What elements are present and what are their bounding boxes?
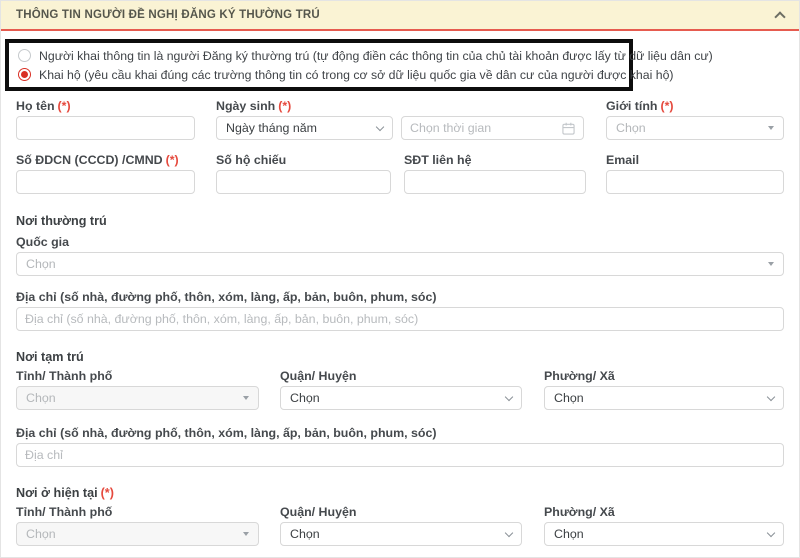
field-passport: Số hộ chiếu (216, 154, 391, 194)
caret-down-icon (243, 532, 249, 536)
form-body: Người khai thông tin là người Đăng ký th… (1, 31, 799, 546)
country-label: Quốc gia (16, 236, 784, 249)
field-temporary-ward: Phường/ Xã Chọn (544, 370, 784, 410)
temporary-ward-select[interactable]: Chọn (544, 386, 784, 410)
field-phone: SĐT liên hệ (404, 154, 586, 194)
email-input[interactable] (606, 170, 784, 194)
current-province-select[interactable]: Chọn (16, 522, 259, 546)
full-name-input[interactable] (16, 116, 195, 140)
dob-label: Ngày sinh(*) (216, 100, 584, 113)
temporary-residence-heading: Nơi tạm trú (16, 350, 784, 364)
current-district-label: Quận/ Huyện (280, 506, 522, 519)
field-current-ward: Phường/ Xã Chọn (544, 506, 784, 546)
current-residence-selects: Tỉnh/ Thành phố Chọn Quận/ Huyện Chọn Ph… (16, 506, 784, 546)
caret-down-icon (768, 262, 774, 266)
field-temporary-district: Quận/ Huyện Chọn (280, 370, 522, 410)
declarant-type-highlight-box: Người khai thông tin là người Đăng ký th… (5, 39, 633, 91)
current-ward-select[interactable]: Chọn (544, 522, 784, 546)
radio-selected-icon[interactable] (18, 68, 31, 81)
gender-label: Giới tính(*) (606, 100, 784, 113)
current-district-select[interactable]: Chọn (280, 522, 522, 546)
field-full-name: Họ tên(*) (16, 100, 195, 140)
field-id-number: Số ĐDCN (CCCD) /CMND(*) (16, 154, 195, 194)
current-ward-label: Phường/ Xã (544, 506, 784, 519)
row-personal-2: Số ĐDCN (CCCD) /CMND(*) Số hộ chiếu SĐT … (16, 154, 784, 194)
temporary-province-label: Tỉnh/ Thành phố (16, 370, 259, 383)
permanent-residence-heading: Nơi thường trú (16, 214, 784, 228)
row-personal-1: Họ tên(*) Ngày sinh(*) Ngày tháng năm Ch… (16, 100, 784, 140)
phone-input[interactable] (404, 170, 586, 194)
chevron-down-icon (767, 528, 775, 536)
section-title: THÔNG TIN NGƯỜI ĐỀ NGHỊ ĐĂNG KÝ THƯỜNG T… (16, 9, 320, 21)
temporary-residence-selects: Tỉnh/ Thành phố Chọn Quận/ Huyện Chọn Ph… (16, 370, 784, 410)
current-residence-heading: Nơi ở hiện tại(*) (16, 486, 784, 500)
id-number-input[interactable] (16, 170, 195, 194)
field-temporary-address: Địa chỉ (số nhà, đường phố, thôn, xóm, l… (16, 427, 784, 467)
phone-label: SĐT liên hệ (404, 154, 586, 167)
gender-select[interactable]: Chọn (606, 116, 784, 140)
permanent-address-label: Địa chỉ (số nhà, đường phố, thôn, xóm, l… (16, 291, 784, 304)
temporary-ward-label: Phường/ Xã (544, 370, 784, 383)
chevron-down-icon (505, 528, 513, 536)
country-select[interactable]: Chọn (16, 252, 784, 276)
field-current-province: Tỉnh/ Thành phố Chọn (16, 506, 259, 546)
chevron-down-icon (376, 122, 384, 130)
temporary-district-label: Quận/ Huyện (280, 370, 522, 383)
passport-input[interactable] (216, 170, 391, 194)
temporary-address-input[interactable] (16, 443, 784, 467)
field-email: Email (606, 154, 784, 194)
chevron-down-icon (767, 392, 775, 400)
field-country: Quốc gia Chọn (16, 236, 784, 276)
dob-date-input[interactable]: Chọn thời gian (401, 116, 584, 140)
caret-down-icon (768, 126, 774, 130)
field-temporary-province: Tỉnh/ Thành phố Chọn (16, 370, 259, 410)
caret-down-icon (243, 396, 249, 400)
field-current-district: Quận/ Huyện Chọn (280, 506, 522, 546)
radio-option-declare-on-behalf[interactable]: Khai hộ (yêu cầu khai đúng các trường th… (18, 65, 620, 84)
full-name-label: Họ tên(*) (16, 100, 195, 113)
temporary-province-select[interactable]: Chọn (16, 386, 259, 410)
permanent-address-input[interactable] (16, 307, 784, 331)
dob-format-select[interactable]: Ngày tháng năm (216, 116, 393, 140)
field-permanent-address: Địa chỉ (số nhà, đường phố, thôn, xóm, l… (16, 291, 784, 331)
current-province-label: Tỉnh/ Thành phố (16, 506, 259, 519)
calendar-icon (562, 122, 575, 135)
radio-option-self-declarant[interactable]: Người khai thông tin là người Đăng ký th… (18, 46, 620, 65)
email-label: Email (606, 154, 784, 167)
section-header[interactable]: THÔNG TIN NGƯỜI ĐỀ NGHỊ ĐĂNG KÝ THƯỜNG T… (1, 1, 799, 31)
passport-label: Số hộ chiếu (216, 154, 391, 167)
field-gender: Giới tính(*) Chọn (606, 100, 784, 140)
temporary-address-label: Địa chỉ (số nhà, đường phố, thôn, xóm, l… (16, 427, 784, 440)
residence-registration-form-panel: THÔNG TIN NGƯỜI ĐỀ NGHỊ ĐĂNG KÝ THƯỜNG T… (0, 0, 800, 558)
field-dob: Ngày sinh(*) Ngày tháng năm Chọn thời gi… (216, 100, 584, 140)
temporary-district-select[interactable]: Chọn (280, 386, 522, 410)
id-number-label: Số ĐDCN (CCCD) /CMND(*) (16, 154, 195, 167)
chevron-down-icon (505, 392, 513, 400)
collapse-chevron-up-icon[interactable] (774, 11, 785, 22)
radio-unselected-icon[interactable] (18, 49, 31, 62)
